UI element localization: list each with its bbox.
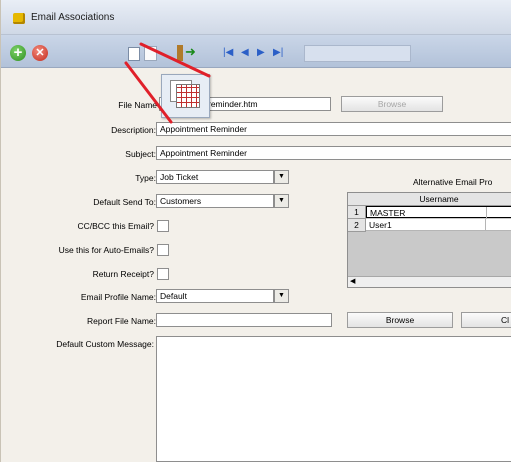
email-profile-select[interactable]: Default [156,289,274,303]
return-receipt-label: Return Receipt? [92,269,154,279]
username-cell: MASTER [370,208,406,218]
report-browse-button[interactable]: Browse [347,312,453,328]
return-receipt-checkbox[interactable] [157,268,169,280]
username-cell: User1 [369,220,392,230]
record-position-field[interactable] [304,45,411,62]
file-browse-button[interactable]: Browse [341,96,443,112]
default-send-to-label: Default Send To: [93,197,156,207]
alt-profiles-title: Alternative Email Pro [413,177,493,187]
custom-message-textarea[interactable] [156,336,511,462]
grid-corner [348,193,366,206]
copy-document-icon[interactable] [144,46,157,61]
email-profile-label: Email Profile Name: [80,292,156,302]
first-record-icon[interactable]: |◀ [223,47,233,59]
report-file-input[interactable] [156,313,332,327]
table-row[interactable]: User1 [366,219,511,231]
description-input[interactable]: Appointment Reminder [156,122,511,136]
chevron-down-icon[interactable]: ▼ [274,194,289,208]
last-record-icon[interactable]: ▶| [273,47,283,59]
toolbar: + ✕ ➜ |◀ ◀ ▶ ▶| [1,35,511,68]
add-icon[interactable]: + [10,45,26,61]
row-number: 1 [348,206,366,219]
folder-icon [13,13,25,24]
clear-button[interactable]: Cl [461,312,511,328]
table-row[interactable]: MASTER [366,206,511,219]
previous-record-icon[interactable]: ◀ [241,47,249,59]
calendar-icon [176,84,200,108]
chevron-down-icon[interactable]: ▼ [274,289,289,303]
auto-emails-checkbox[interactable] [157,244,169,256]
type-label: Type: [135,173,156,183]
subject-label: Subject: [125,149,156,159]
ccbcc-label: CC/BCC this Email? [77,221,154,231]
username-column-header[interactable]: Username [365,193,511,206]
alt-profiles-grid: Username 1 MASTER 2 User1 ◀ [347,192,511,288]
subject-input[interactable]: Appointment Reminder [156,146,511,160]
email-associations-window: Email Associations + ✕ ➜ |◀ ◀ ▶ ▶| File … [0,0,511,462]
chevron-down-icon[interactable]: ▼ [274,170,289,184]
row-number: 2 [348,219,366,232]
exit-door-icon[interactable] [177,45,183,61]
next-record-icon[interactable]: ▶ [257,47,265,59]
default-send-to-select[interactable]: Customers [156,194,274,208]
title-bar: Email Associations [1,0,511,35]
auto-emails-label: Use this for Auto-Emails? [58,245,154,255]
document-icon[interactable] [128,47,140,61]
window-title: Email Associations [31,12,115,23]
description-label: Description: [111,125,156,135]
type-select[interactable]: Job Ticket [156,170,274,184]
email-association-form: File Name reminder.htm Browse Descriptio… [1,68,511,462]
custom-message-label: Default Custom Message: [56,339,154,349]
horizontal-scrollbar[interactable]: ◀ [348,276,511,287]
file-name-label: File Name [118,100,157,110]
delete-icon[interactable]: ✕ [32,45,48,61]
exit-arrow-icon[interactable]: ➜ [185,45,196,59]
ccbcc-checkbox[interactable] [157,220,169,232]
calendar-popup[interactable] [161,74,210,118]
report-file-label: Report File Name: [87,316,156,326]
scroll-left-icon[interactable]: ◀ [350,277,355,287]
